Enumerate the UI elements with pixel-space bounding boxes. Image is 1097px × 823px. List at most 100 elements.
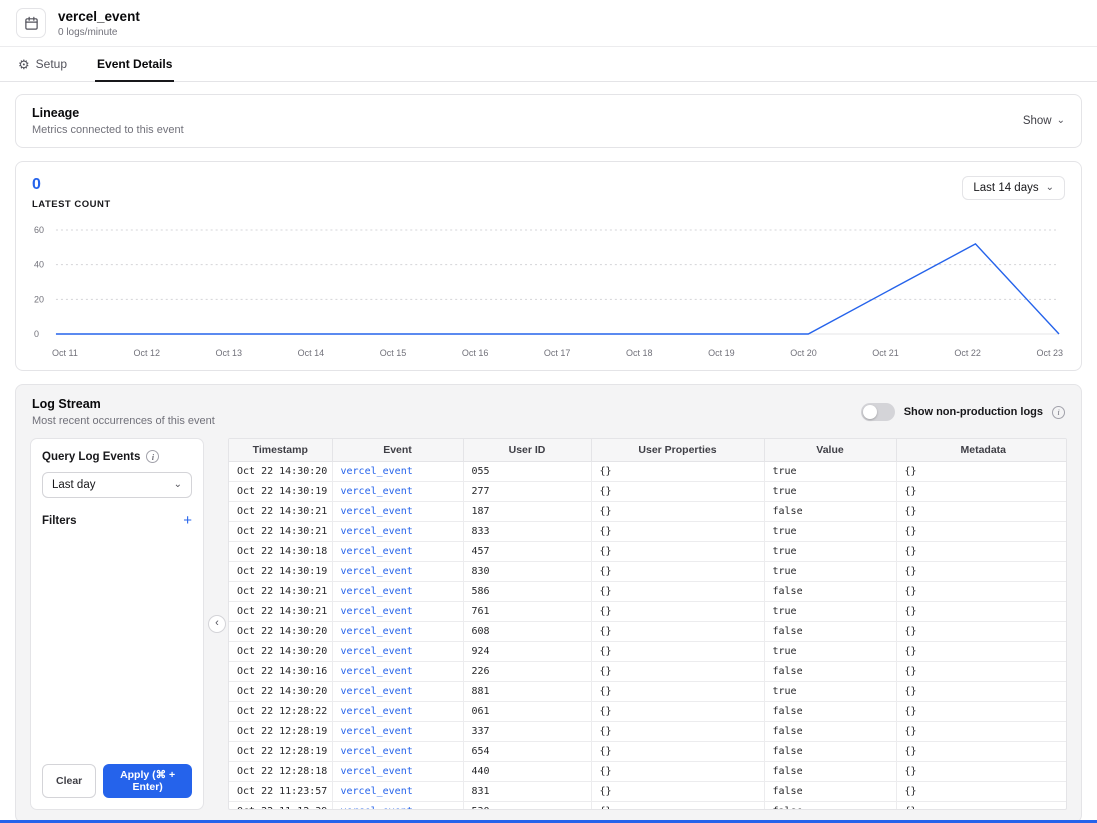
y-axis-tick: 0 <box>34 329 39 339</box>
cell-timestamp: Oct 22 14:30:20 <box>229 642 332 662</box>
non-production-toggle-row: Show non-production logs i <box>861 403 1065 421</box>
x-axis-tick: Oct 16 <box>462 348 489 358</box>
cell-value: false <box>764 582 896 602</box>
cell-metadata: {} <box>896 622 1067 642</box>
collapse-panel-button[interactable]: ‹ <box>208 615 226 633</box>
cell-user-id: 831 <box>463 782 591 802</box>
cell-user-properties: {} <box>591 582 764 602</box>
apply-button[interactable]: Apply (⌘ + Enter) <box>103 764 192 798</box>
time-range-select[interactable]: Last day ⌄ <box>42 472 192 498</box>
toggle-knob <box>863 405 877 419</box>
cell-user-id: 337 <box>463 722 591 742</box>
cell-metadata: {} <box>896 582 1067 602</box>
cell-event: vercel_event <box>332 682 463 702</box>
event-link[interactable]: vercel_event <box>341 486 413 497</box>
cell-user-id: 833 <box>463 522 591 542</box>
event-icon <box>16 8 46 38</box>
cell-metadata: {} <box>896 762 1067 782</box>
chevron-down-icon: ⌄ <box>1057 116 1065 126</box>
cell-timestamp: Oct 22 14:30:18 <box>229 542 332 562</box>
cell-user-properties: {} <box>591 722 764 742</box>
event-link[interactable]: vercel_event <box>341 506 413 517</box>
cell-user-properties: {} <box>591 482 764 502</box>
y-axis-tick: 40 <box>34 260 44 270</box>
log-stream-section: Log Stream Most recent occurrences of th… <box>15 384 1082 823</box>
cell-timestamp: Oct 22 14:30:19 <box>229 482 332 502</box>
cell-user-id: 881 <box>463 682 591 702</box>
event-link[interactable]: vercel_event <box>341 526 413 537</box>
table-row: Oct 22 14:30:21 vercel_event 761 {} true… <box>229 602 1067 622</box>
date-range-label: Last 14 days <box>973 182 1038 194</box>
cell-timestamp: Oct 22 14:30:16 <box>229 662 332 682</box>
page-subtitle: 0 logs/minute <box>58 27 140 38</box>
x-axis-tick: Oct 12 <box>133 348 160 358</box>
cell-user-id: 530 <box>463 802 591 811</box>
info-icon[interactable]: i <box>1052 406 1065 419</box>
cell-event: vercel_event <box>332 762 463 782</box>
table-row: Oct 22 14:30:21 vercel_event 833 {} true… <box>229 522 1067 542</box>
event-link[interactable]: vercel_event <box>341 746 413 757</box>
x-axis-tick: Oct 18 <box>626 348 653 358</box>
event-link[interactable]: vercel_event <box>341 646 413 657</box>
filters-label: Filters <box>42 515 77 527</box>
event-link[interactable]: vercel_event <box>341 626 413 637</box>
non-production-toggle[interactable] <box>861 403 895 421</box>
event-link[interactable]: vercel_event <box>341 666 413 677</box>
cell-event: vercel_event <box>332 602 463 622</box>
event-link[interactable]: vercel_event <box>341 766 413 777</box>
column-header-user-properties: User Properties <box>591 439 764 462</box>
table-row: Oct 22 11:12:39 vercel_event 530 {} fals… <box>229 802 1067 811</box>
table-row: Oct 22 12:28:22 vercel_event 061 {} fals… <box>229 702 1067 722</box>
column-header-value: Value <box>764 439 896 462</box>
cell-event: vercel_event <box>332 802 463 811</box>
cell-value: false <box>764 802 896 811</box>
cell-event: vercel_event <box>332 482 463 502</box>
line-chart-svg: 0204060 <box>32 222 1065 344</box>
cell-timestamp: Oct 22 14:30:20 <box>229 462 332 482</box>
cell-event: vercel_event <box>332 722 463 742</box>
chevron-down-icon: ⌄ <box>1046 183 1054 193</box>
cell-user-properties: {} <box>591 602 764 622</box>
header-text: vercel_event 0 logs/minute <box>58 9 140 38</box>
x-axis-tick: Oct 15 <box>380 348 407 358</box>
event-link[interactable]: vercel_event <box>341 606 413 617</box>
info-icon[interactable]: i <box>146 450 159 463</box>
y-axis-tick: 20 <box>34 294 44 304</box>
date-range-selector[interactable]: Last 14 days ⌄ <box>962 176 1065 200</box>
table-row: Oct 22 12:28:19 vercel_event 654 {} fals… <box>229 742 1067 762</box>
x-axis-tick: Oct 20 <box>790 348 817 358</box>
event-link[interactable]: vercel_event <box>341 586 413 597</box>
page-title: vercel_event <box>58 9 140 24</box>
clear-button[interactable]: Clear <box>42 764 96 798</box>
event-link[interactable]: vercel_event <box>341 546 413 557</box>
event-link[interactable]: vercel_event <box>341 706 413 717</box>
cell-user-properties: {} <box>591 662 764 682</box>
tab-setup[interactable]: ⚙ Setup <box>16 47 69 82</box>
event-link[interactable]: vercel_event <box>341 566 413 577</box>
tab-event-details[interactable]: Event Details <box>95 47 174 82</box>
cell-user-id: 061 <box>463 702 591 722</box>
cell-metadata: {} <box>896 482 1067 502</box>
event-link[interactable]: vercel_event <box>341 466 413 477</box>
cell-timestamp: Oct 22 12:28:19 <box>229 742 332 762</box>
lineage-show-button[interactable]: Show ⌄ <box>1023 115 1065 127</box>
cell-value: false <box>764 722 896 742</box>
x-axis-tick: Oct 13 <box>216 348 243 358</box>
query-panel-title: Query Log Events <box>42 451 140 463</box>
chart-line <box>56 244 1059 334</box>
x-axis-tick: Oct 22 <box>954 348 981 358</box>
event-link[interactable]: vercel_event <box>341 786 413 797</box>
event-link[interactable]: vercel_event <box>341 726 413 737</box>
cell-value: false <box>764 622 896 642</box>
cell-event: vercel_event <box>332 502 463 522</box>
event-link[interactable]: vercel_event <box>341 686 413 697</box>
add-filter-button[interactable]: + <box>183 513 192 528</box>
cell-value: true <box>764 482 896 502</box>
collapse-icon: ‹ <box>215 617 219 629</box>
x-axis-labels: Oct 11Oct 12Oct 13Oct 14Oct 15Oct 16Oct … <box>52 348 1063 358</box>
cell-user-properties: {} <box>591 462 764 482</box>
app-header: vercel_event 0 logs/minute <box>0 0 1097 47</box>
cell-metadata: {} <box>896 782 1067 802</box>
event-link[interactable]: vercel_event <box>341 806 413 810</box>
cell-user-properties: {} <box>591 802 764 811</box>
